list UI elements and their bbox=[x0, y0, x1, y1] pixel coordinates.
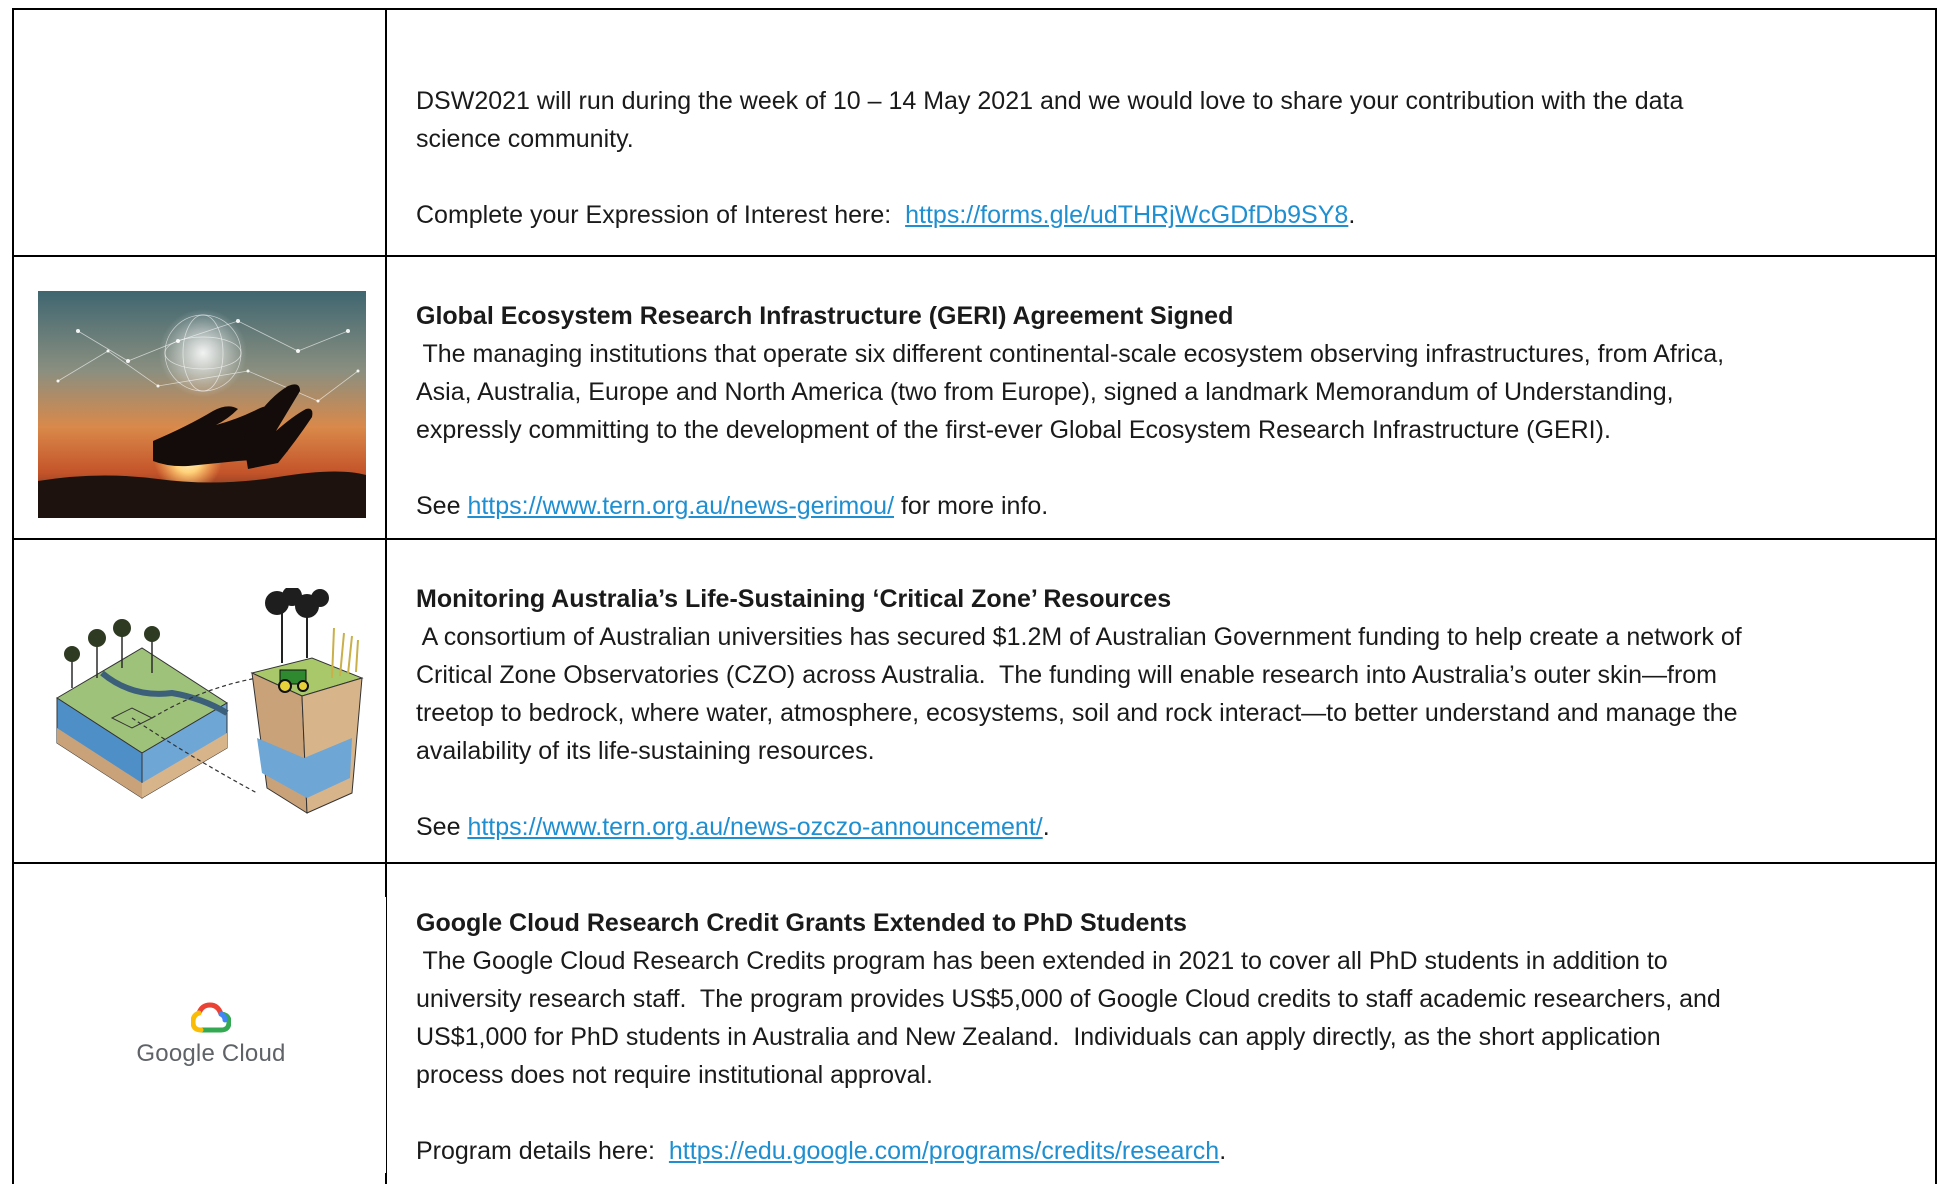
eoi-prefix: Complete your Expression of Interest her… bbox=[416, 201, 906, 229]
eoi-suffix: . bbox=[1348, 201, 1356, 229]
critical-zone-diagram bbox=[56, 586, 364, 814]
news-body-line: process does not require institutional a… bbox=[416, 1061, 933, 1089]
google-cloud-icon bbox=[191, 1002, 231, 1033]
see-prefix: See bbox=[416, 813, 468, 841]
dsw-text-line: science community. bbox=[416, 125, 634, 153]
czo-news-link[interactable]: https://www.tern.org.au/news-ozczo-annou… bbox=[467, 813, 1042, 841]
google-cloud-wordmark: Google Cloud bbox=[136, 1040, 286, 1067]
news-body-line: treetop to bedrock, where water, atmosph… bbox=[416, 699, 1738, 727]
news-body-line: The managing institutions that operate s… bbox=[416, 340, 1725, 368]
document-page: DSW2021 will run during the week of 10 –… bbox=[0, 0, 1939, 1184]
eoi-paragraph: Complete your Expression of Interest her… bbox=[416, 196, 1916, 234]
geri-news-cell: Global Ecosystem Research Infrastructure… bbox=[416, 297, 1916, 525]
see-suffix: . bbox=[1042, 813, 1050, 841]
image-cell bbox=[12, 257, 385, 538]
dsw-announcement-cell: DSW2021 will run during the week of 10 –… bbox=[416, 82, 1916, 234]
dsw-text-line: DSW2021 will run during the week of 10 –… bbox=[416, 87, 1684, 115]
news-title: Global Ecosystem Research Infrastructure… bbox=[416, 302, 1234, 330]
news-body-line: expressly committing to the development … bbox=[416, 416, 1611, 444]
news-body-line: A consortium of Australian universities … bbox=[416, 623, 1742, 651]
news-title: Google Cloud Research Credit Grants Exte… bbox=[416, 909, 1187, 937]
news-body-line: university research staff. The program p… bbox=[416, 985, 1721, 1013]
see-suffix: for more info. bbox=[894, 492, 1049, 520]
news-table: DSW2021 will run during the week of 10 –… bbox=[12, 8, 1937, 1184]
see-more-paragraph: See https://www.tern.org.au/news-ozczo-a… bbox=[416, 808, 1916, 846]
image-cell: Google Cloud bbox=[12, 864, 386, 1184]
table-row: DSW2021 will run during the week of 10 –… bbox=[12, 8, 1937, 255]
news-body-line: availability of its life-sustaining reso… bbox=[416, 737, 875, 765]
see-more-paragraph: See https://www.tern.org.au/news-gerimou… bbox=[416, 487, 1916, 525]
google-cloud-news-cell: Google Cloud Research Credit Grants Exte… bbox=[416, 904, 1916, 1170]
table-row: Monitoring Australia’s Life-Sustaining ‘… bbox=[12, 540, 1937, 862]
geri-news-link[interactable]: https://www.tern.org.au/news-gerimou/ bbox=[467, 492, 894, 520]
google-cloud-logo: Google Cloud bbox=[36, 897, 386, 1173]
see-prefix: See bbox=[416, 492, 468, 520]
news-body-line: US$1,000 for PhD students in Australia a… bbox=[416, 1023, 1661, 1051]
sunset-hands-illustration bbox=[38, 291, 366, 518]
table-row: Google Cloud Google Cloud Research Credi… bbox=[12, 864, 1937, 1184]
see-prefix: Program details here: bbox=[416, 1137, 669, 1165]
news-body-line: Critical Zone Observatories (CZO) across… bbox=[416, 661, 1718, 689]
eoi-form-link[interactable]: https://forms.gle/udTHRjWcGDfDb9SY8 bbox=[905, 201, 1348, 229]
image-cell bbox=[12, 540, 385, 862]
hands-network-sunset-image bbox=[38, 291, 366, 518]
table-row: Global Ecosystem Research Infrastructure… bbox=[12, 257, 1937, 538]
empty-image-cell bbox=[12, 8, 385, 255]
news-body-line: Asia, Australia, Europe and North Americ… bbox=[416, 378, 1674, 406]
news-title: Monitoring Australia’s Life-Sustaining ‘… bbox=[416, 585, 1172, 613]
google-credits-link[interactable]: https://edu.google.com/programs/credits/… bbox=[669, 1137, 1219, 1165]
czo-news-cell: Monitoring Australia’s Life-Sustaining ‘… bbox=[416, 580, 1916, 846]
see-more-paragraph: Program details here: https://edu.google… bbox=[416, 1132, 1916, 1170]
critical-zone-landscape-illustration bbox=[52, 586, 372, 818]
news-body-line: The Google Cloud Research Credits progra… bbox=[416, 947, 1668, 975]
see-suffix: . bbox=[1219, 1137, 1227, 1165]
